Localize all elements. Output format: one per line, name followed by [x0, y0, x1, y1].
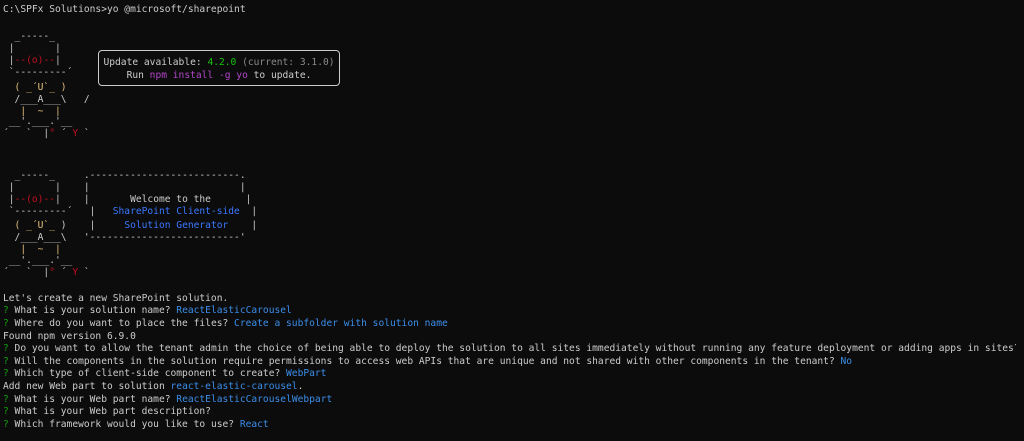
message-text: . [297, 381, 304, 392]
art-line: ( _´U`_ ) | Solution Generator | [3, 220, 258, 232]
command-prompt-line: C:\SPFx Solutions>yo @microsoft/sharepoi… [3, 4, 246, 16]
question-file-location: ? Where do you want to place the files? … [3, 318, 448, 330]
art-line: ´ ` |° ´ Y ` [3, 128, 90, 140]
welcome-title: | | Welcome to the | [55, 194, 252, 205]
question-text: What is your Web part description? [8, 406, 211, 417]
question-tenant-deploy: ? Do you want to allow the tenant admin … [3, 343, 1024, 355]
new-version: 4.2.0 [207, 57, 237, 68]
art-fragment: | [43, 244, 61, 255]
current-version: (current: 3.1.0) [236, 57, 335, 68]
art-fragment: _-----_ [3, 170, 84, 181]
art-fragment: ) [55, 82, 67, 93]
question-solution-name: ? What is your solution name? ReactElast… [3, 305, 292, 317]
typed-command: yo @microsoft/sharepoint [106, 4, 246, 15]
art-line: __'.___.'__ [3, 116, 73, 127]
art-line: /___A___\ / [3, 94, 90, 105]
notice-text: Run [126, 70, 150, 81]
notice-line-version: Update available: 4.2.0 (current: 3.1.0) [99, 56, 339, 69]
terminal-window[interactable]: C:\SPFx Solutions>yo @microsoft/sharepoi… [0, 0, 1024, 441]
art-mouth: _´U`_ [26, 82, 55, 93]
notice-text: Update available: [103, 57, 208, 68]
question-webpart-description: ? What is your Web part description? [3, 406, 211, 418]
art-line: _-----_ [3, 31, 55, 42]
art-line: __'.___.'__ [3, 255, 73, 266]
art-fragment: ´ ` | [3, 128, 50, 139]
art-eye: --(o)-- [14, 194, 55, 205]
question-webpart-name: ? What is your Web part name? ReactElast… [3, 394, 332, 406]
art-fragment: ´ [55, 267, 73, 278]
update-available-notice: Update available: 4.2.0 (current: 3.1.0)… [98, 50, 340, 86]
terminal-scrollbar[interactable] [1016, 0, 1024, 441]
art-line: |--(o)--| [3, 55, 61, 67]
art-line: `---------´ | SharePoint Client-side | [3, 206, 257, 218]
art-fragment: | [55, 55, 61, 66]
prompt-path: C:\SPFx Solutions> [3, 4, 107, 15]
art-line: | | [3, 43, 61, 54]
answer-text: Create a subfolder with solution name [234, 318, 448, 329]
update-command: npm install -g yo [149, 70, 248, 81]
art-fragment: ` [78, 128, 90, 139]
answer-text: No [840, 356, 853, 367]
art-fragment: | [3, 244, 38, 255]
art-fragment: ` [78, 267, 90, 278]
art-fragment: ( [3, 220, 27, 231]
intro-text: Let's create a new SharePoint solution. [3, 293, 229, 304]
art-fragment: ´ [55, 128, 73, 139]
answer-text: ReactElasticCarousel [176, 305, 292, 316]
question-text: Where do you want to place the files? [8, 318, 235, 329]
art-line: |--(o)--| | Welcome to the | [3, 194, 252, 206]
question-component-type: ? Which type of client-side component to… [3, 368, 326, 380]
generator-name: SharePoint Client-side [112, 206, 240, 217]
art-fragment: .--------------------------. [83, 170, 246, 181]
question-framework: ? Which framework would you like to use?… [3, 419, 269, 431]
art-line: ´ ` |° ´ Y ` [3, 267, 90, 279]
art-fragment: ´ ` | [3, 267, 50, 278]
answer-text: ReactElasticCarouselWebpart [176, 394, 333, 405]
art-mouth: _´U`_ [26, 220, 55, 231]
question-text: What is your solution name? [8, 305, 177, 316]
art-fragment: | [3, 55, 15, 66]
art-fragment: | [3, 194, 15, 205]
question-text: Which type of client-side component to c… [8, 368, 287, 379]
question-text: Which framework would you like to use? [8, 419, 240, 430]
notice-line-command: Run npm install -g yo to update. [99, 69, 339, 82]
art-eye: --(o)-- [14, 55, 55, 66]
add-webpart-message: Add new Web part to solution react-elast… [3, 381, 303, 393]
art-line: `---------´ [3, 67, 73, 78]
question-text: What is your Web part name? [8, 394, 177, 405]
generator-name: Solution Generator [124, 220, 229, 231]
art-fragment: | [239, 206, 258, 217]
art-line: _-----_ .--------------------------. [3, 170, 246, 182]
notice-text: to update. [247, 70, 312, 81]
art-fragment: `---------´ | [3, 206, 113, 217]
art-line: | | | | [3, 182, 246, 193]
message-text: Add new Web part to solution [3, 381, 171, 392]
question-text: Do you want to allow the tenant admin th… [8, 343, 1024, 354]
art-line: /___A___\ '--------------------------' [3, 232, 246, 243]
art-fragment: | [228, 220, 258, 231]
answer-text: WebPart [286, 368, 327, 379]
answer-text: React [239, 419, 269, 430]
question-text: Will the components in the solution requ… [8, 356, 841, 367]
npm-version-text: Found npm version 6.9.0 [3, 331, 136, 342]
art-fragment: ( [3, 82, 27, 93]
question-web-api-permissions: ? Will the components in the solution re… [3, 356, 852, 368]
art-fragment: ) | [55, 220, 125, 231]
art-line: ( _´U`_ ) [3, 82, 67, 94]
webpart-folder-name: react-elastic-carousel [170, 381, 298, 392]
